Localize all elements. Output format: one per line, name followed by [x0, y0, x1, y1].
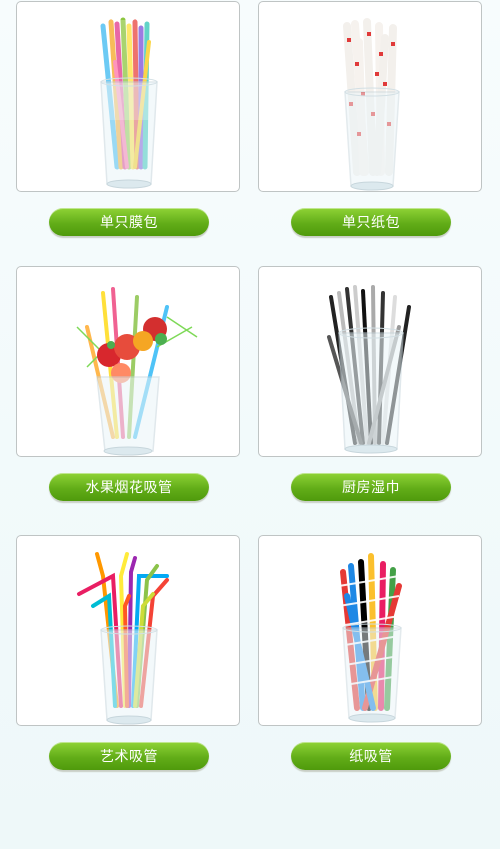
product-card-film-wrapped[interactable] [16, 1, 240, 192]
product-card-fruit-firework[interactable] [16, 266, 240, 457]
category-button-film-wrapped[interactable]: 单只膜包 [49, 208, 209, 236]
product-card-paper-wrapped[interactable] [258, 1, 482, 192]
product-card-art-straws[interactable] [16, 535, 240, 726]
product-image [97, 17, 158, 189]
product-image [338, 553, 402, 723]
category-button-kitchen-wipes[interactable]: 厨房湿巾 [291, 473, 451, 501]
product-card-paper-straws[interactable] [258, 535, 482, 726]
category-button-paper-straws[interactable]: 纸吸管 [291, 742, 451, 770]
category-button-fruit-firework[interactable]: 水果烟花吸管 [49, 473, 209, 501]
category-button-paper-wrapped[interactable]: 单只纸包 [291, 208, 451, 236]
product-image [343, 18, 400, 191]
product-image [327, 285, 411, 454]
product-image [76, 287, 198, 456]
product-image [77, 552, 169, 725]
product-card-striped[interactable] [258, 266, 482, 457]
category-button-art-straws[interactable]: 艺术吸管 [49, 742, 209, 770]
